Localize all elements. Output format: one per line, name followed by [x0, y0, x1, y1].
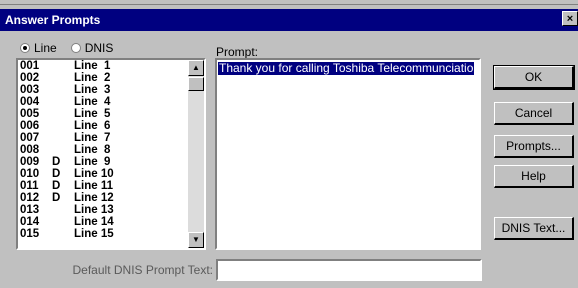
list-item-code: 006	[20, 120, 40, 132]
dnis-radio-indicator[interactable]	[70, 43, 81, 53]
scroll-up-icon[interactable]: ▲	[188, 60, 204, 76]
list-item-code: 010	[20, 168, 40, 180]
list-item[interactable]: 008 Line 8	[18, 144, 204, 156]
list-item[interactable]: 004 Line 4	[18, 96, 204, 108]
list-item-flag: D	[52, 156, 61, 168]
list-item-code: 003	[20, 84, 40, 96]
list-item-code: 002	[20, 72, 40, 84]
list-item-code: 012	[20, 192, 40, 204]
prompts-button[interactable]: Prompts...	[494, 135, 574, 158]
list-item[interactable]: 015 Line 15	[18, 228, 204, 240]
list-item-code: 009	[20, 156, 40, 168]
list-item-code: 008	[20, 144, 40, 156]
list-item-name: Line 5	[74, 108, 111, 120]
list-item-code: 013	[20, 204, 40, 216]
list-item-name: Line 14	[74, 216, 114, 228]
top-edge-line	[0, 4, 578, 5]
list-item[interactable]: 014 Line 14	[18, 216, 204, 228]
dnis-radio[interactable]: DNIS	[70, 41, 114, 55]
list-item-code: 004	[20, 96, 40, 108]
list-item[interactable]: 012 D Line 12	[18, 192, 204, 204]
list-item-flag: D	[52, 180, 61, 192]
list-item[interactable]: 010 D Line 10	[18, 168, 204, 180]
line-radio-label: Line	[34, 41, 57, 55]
list-item[interactable]: 006 Line 6	[18, 120, 204, 132]
title-bar[interactable]: Answer Prompts ×	[0, 9, 578, 31]
line-listbox[interactable]: 001 Line 1 002 Line 2 003 Line 3 004 Line 4 005 L…	[16, 58, 206, 250]
scroll-down-icon[interactable]: ▼	[188, 232, 204, 248]
ok-button[interactable]: OK	[493, 65, 575, 90]
prompt-listbox[interactable]: Thank you for calling Toshiba Telecommun…	[215, 58, 481, 250]
line-radio[interactable]: Line	[20, 41, 57, 55]
list-item-code: 001	[20, 60, 40, 72]
list-item[interactable]: 001 Line 1	[18, 60, 204, 72]
list-item-name: Line 11	[74, 180, 113, 192]
list-item-code: 007	[20, 132, 40, 144]
list-item-code: 011	[20, 180, 39, 192]
list-item-name: Line 7	[74, 132, 111, 144]
help-button[interactable]: Help	[494, 165, 574, 188]
list-item-name: Line 10	[74, 168, 114, 180]
list-item-flag: D	[52, 192, 61, 204]
list-item-name: Line 13	[74, 204, 114, 216]
line-dnis-radio-group: Line DNIS	[20, 40, 127, 56]
cancel-button[interactable]: Cancel	[494, 102, 574, 125]
list-item-code: 014	[20, 216, 40, 228]
list-item-code: 015	[20, 228, 40, 240]
line-list: 001 Line 1 002 Line 2 003 Line 3 004 Line 4 005 L…	[18, 60, 204, 240]
list-item[interactable]: 013 Line 13	[18, 204, 204, 216]
window-title: Answer Prompts	[5, 13, 101, 27]
list-item-name: Line 8	[74, 144, 111, 156]
default-dnis-prompt-label: Default DNIS Prompt Text:	[72, 263, 214, 277]
line-list-scrollbar[interactable]: ▲ ▼	[188, 60, 204, 248]
list-item[interactable]: 009 D Line 9	[18, 156, 204, 168]
selected-prompt-item[interactable]: Thank you for calling Toshiba Telecommun…	[218, 62, 475, 75]
list-item-name: Line 12	[74, 192, 114, 204]
list-item[interactable]: 005 Line 5	[18, 108, 204, 120]
scroll-thumb[interactable]	[188, 77, 204, 91]
list-item-name: Line 3	[74, 84, 111, 96]
list-item[interactable]: 007 Line 7	[18, 132, 204, 144]
list-item-code: 005	[20, 108, 40, 120]
list-item-flag: D	[52, 168, 61, 180]
dnis-radio-label: DNIS	[84, 41, 114, 55]
list-item-name: Line 15	[74, 228, 114, 240]
prompt-label: Prompt:	[216, 45, 259, 59]
line-radio-indicator[interactable]	[20, 43, 30, 53]
list-item-name: Line 2	[74, 72, 111, 84]
list-item[interactable]: 003 Line 3	[18, 84, 204, 96]
close-icon[interactable]: ×	[562, 11, 578, 26]
list-item[interactable]: 011 D Line 11	[18, 180, 204, 192]
dnis-text-button[interactable]: DNIS Text...	[494, 217, 574, 240]
list-item-name: Line 6	[74, 120, 111, 132]
list-item[interactable]: 002 Line 2	[18, 72, 204, 84]
window-top-edge	[0, 0, 578, 9]
list-item-name: Line 9	[74, 156, 111, 168]
default-dnis-prompt-input[interactable]	[216, 259, 482, 281]
list-item-name: Line 4	[74, 96, 111, 108]
list-item-name: Line 1	[74, 60, 111, 72]
